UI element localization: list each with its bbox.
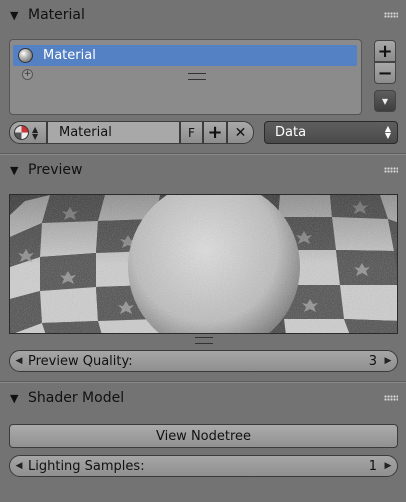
preview-quality-value: 3 [368, 353, 377, 369]
add-slot-small-icon[interactable]: + [22, 69, 33, 80]
unlink-material-button[interactable]: ✕ [227, 121, 254, 144]
remove-slot-button[interactable]: − [374, 62, 396, 84]
triangle-down-icon: ▼ [10, 163, 19, 177]
slot-specials-menu-button[interactable]: ▾ [374, 90, 396, 112]
material-browse-button[interactable]: ▲ ▼ [9, 121, 47, 144]
material-name-field[interactable]: Material [47, 121, 180, 144]
increment-arrow-icon[interactable]: ▶ [379, 461, 397, 471]
material-slot-row[interactable]: Material [13, 45, 357, 66]
lighting-samples-value: 1 [368, 458, 377, 474]
increment-arrow-icon[interactable]: ▶ [379, 356, 397, 366]
add-icon: + [207, 122, 223, 143]
material-panel-title: Material [28, 7, 85, 23]
lighting-samples-slider[interactable]: ◀ Lighting Samples: 1 ▶ [9, 455, 398, 477]
add-slot-button[interactable]: + [374, 40, 396, 62]
material-preview-render [9, 194, 398, 334]
preview-resize-handle[interactable] [195, 337, 213, 344]
material-sphere-icon [18, 48, 33, 63]
triangle-down-icon: ▼ [10, 391, 19, 405]
updown-arrows-icon: ▲ ▼ [32, 124, 39, 141]
material-panel-header[interactable]: ▼ Material [0, 1, 406, 29]
render-noise [10, 195, 397, 333]
decrement-arrow-icon[interactable]: ◀ [10, 356, 28, 366]
decrement-arrow-icon[interactable]: ◀ [10, 461, 28, 471]
panel-divider-light [0, 154, 406, 155]
lighting-samples-label: Lighting Samples: [28, 458, 145, 474]
preview-image [10, 195, 397, 333]
triangle-down-icon: ▼ [10, 8, 19, 22]
list-resize-handle[interactable] [188, 73, 206, 80]
drag-grip-icon[interactable] [384, 167, 398, 173]
shader-panel-title: Shader Model [28, 390, 125, 406]
link-type-value: Data [275, 125, 307, 140]
view-nodetree-button[interactable]: View Nodetree [9, 424, 398, 448]
material-slot-label: Material [43, 48, 96, 63]
preview-panel-title: Preview [28, 162, 83, 178]
preview-quality-slider[interactable]: ◀ Preview Quality: 3 ▶ [9, 350, 398, 372]
drag-grip-icon[interactable] [384, 12, 398, 18]
fake-user-button[interactable]: F [180, 121, 203, 144]
drag-grip-icon[interactable] [384, 395, 398, 401]
new-material-button[interactable]: + [203, 121, 227, 144]
shader-panel-header[interactable]: ▼ Shader Model [0, 384, 406, 412]
panel-divider-light [0, 382, 406, 383]
dropdown-icon: ▾ [381, 94, 389, 108]
preview-quality-label: Preview Quality: [28, 353, 133, 369]
link-type-select[interactable]: Data ▲ ▼ [264, 121, 398, 144]
updown-arrows-icon: ▲ ▼ [384, 124, 391, 140]
material-slot-list[interactable]: Material [9, 39, 362, 115]
preview-panel-header[interactable]: ▼ Preview [0, 156, 406, 184]
close-icon: ✕ [234, 124, 247, 141]
material-browse-icon [14, 125, 29, 140]
